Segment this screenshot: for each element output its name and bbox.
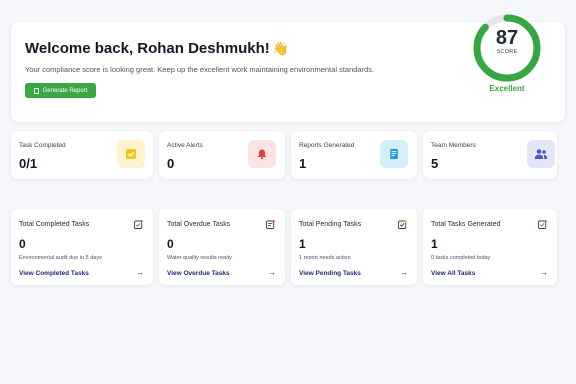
view-completed-tasks-link[interactable]: View Completed Tasks — [19, 270, 89, 277]
task-title: Total Overdue Tasks — [167, 221, 231, 228]
stat-value: 5 — [431, 156, 439, 171]
stat-card-team-members[interactable]: Team Members 5 — [423, 131, 557, 179]
task-note: Water quality results ready — [167, 255, 232, 261]
task-title: Total Pending Tasks — [299, 221, 362, 228]
task-value: 1 — [299, 237, 306, 251]
task-title: Total Tasks Generated — [431, 221, 501, 228]
arrow-right-icon[interactable]: → — [540, 268, 548, 277]
welcome-title: Welcome back, Rohan Deshmukh! — [25, 40, 270, 57]
arrow-right-icon[interactable]: → — [136, 268, 144, 277]
stat-title: Task Completed — [19, 142, 66, 149]
arrow-right-icon[interactable]: → — [268, 268, 276, 277]
task-pending-icon — [398, 220, 407, 229]
stat-card-task-completed[interactable]: Task Completed 0/1 — [11, 131, 153, 179]
task-note: 0 tasks completed today — [431, 255, 491, 261]
task-card-pending: Total Pending Tasks 1 1 report needs act… — [291, 209, 417, 285]
stat-card-reports-generated[interactable]: Reports Generated 1 — [291, 131, 417, 179]
stat-title: Reports Generated — [299, 142, 355, 149]
task-title: Total Completed Tasks — [19, 221, 90, 228]
task-card-completed: Total Completed Tasks 0 Environmental au… — [11, 209, 153, 285]
wave-icon: 👋 — [272, 41, 289, 56]
score-status: Excellent — [489, 84, 525, 93]
stat-value: 0 — [167, 156, 175, 171]
score-value: 87 — [495, 27, 519, 49]
task-check-icon — [134, 220, 143, 229]
checkbox-icon — [117, 140, 145, 168]
view-overdue-tasks-link[interactable]: View Overdue Tasks — [167, 270, 230, 277]
task-card-generated: Total Tasks Generated 1 0 tasks complete… — [423, 209, 557, 285]
task-value: 0 — [19, 237, 26, 251]
stat-value: 0/1 — [19, 156, 38, 171]
task-note: 1 report needs action — [299, 255, 351, 261]
welcome-subtitle: Your compliance score is looking great. … — [25, 65, 375, 74]
bell-icon — [248, 140, 276, 168]
welcome-heading: Welcome back, Rohan Deshmukh! 👋 — [25, 40, 289, 57]
document-icon — [380, 140, 408, 168]
users-icon — [527, 140, 555, 168]
stat-value: 1 — [299, 156, 307, 171]
generate-report-button[interactable]: Generate Report — [25, 83, 96, 98]
generate-report-label: Generate Report — [42, 87, 88, 94]
view-all-tasks-link[interactable]: View All Tasks — [431, 270, 475, 277]
view-pending-tasks-link[interactable]: View Pending Tasks — [299, 270, 361, 277]
task-generated-icon — [538, 220, 547, 229]
task-card-overdue: Total Overdue Tasks 0 Water quality resu… — [159, 209, 285, 285]
task-alert-icon — [266, 220, 275, 229]
score-label: SCORE — [496, 49, 518, 55]
compliance-score-gauge: 87 SCORE — [471, 12, 543, 84]
stat-title: Team Members — [431, 142, 476, 149]
task-note: Environmental audit due in 5 days — [19, 255, 102, 261]
document-icon — [33, 87, 39, 94]
stat-title: Active Alerts — [167, 142, 203, 149]
task-value: 0 — [167, 237, 174, 251]
task-value: 1 — [431, 237, 438, 251]
stat-card-active-alerts[interactable]: Active Alerts 0 — [159, 131, 285, 179]
arrow-right-icon[interactable]: → — [400, 268, 408, 277]
